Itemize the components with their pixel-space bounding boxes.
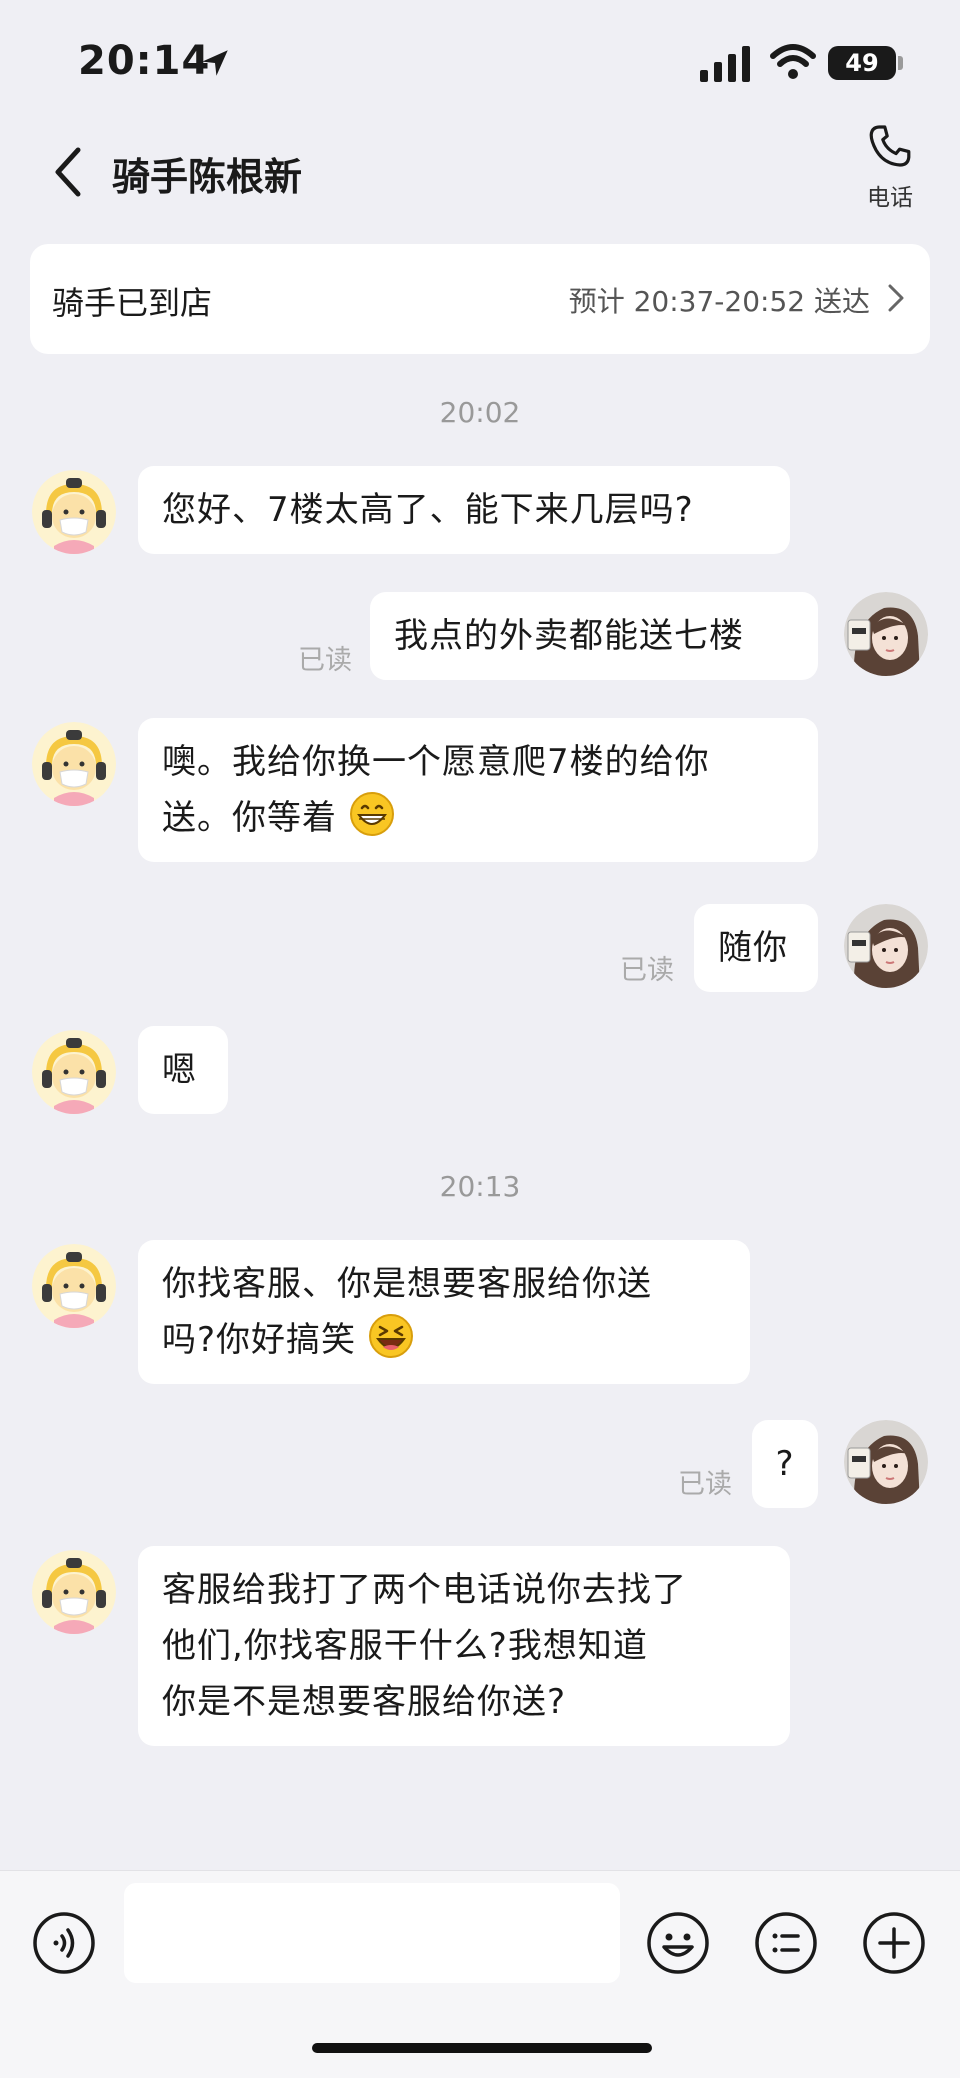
- chat-timestamp: 20:13: [439, 1170, 521, 1203]
- message-bubble[interactable]: 噢。我给你换一个愿意爬7楼的给你 送。你等着: [138, 718, 818, 862]
- read-status: 已读: [620, 955, 674, 986]
- message-bubble[interactable]: 嗯: [138, 1026, 228, 1114]
- rider-avatar-image: [32, 470, 116, 554]
- rider-avatar[interactable]: [32, 1244, 116, 1328]
- rider-avatar[interactable]: [32, 722, 116, 806]
- message-text: ?: [775, 1444, 795, 1484]
- call-button[interactable]: 电话: [852, 122, 928, 222]
- my-avatar-image: [844, 1420, 928, 1504]
- message-bubble[interactable]: 您好、7楼太高了、能下来几层吗?: [138, 466, 790, 554]
- phone-icon: [869, 125, 911, 167]
- message-bubble[interactable]: ?: [752, 1420, 818, 1508]
- back-chevron-icon[interactable]: [50, 146, 86, 198]
- location-arrow-icon: [202, 50, 228, 76]
- my-avatar[interactable]: [844, 1420, 928, 1504]
- chevron-right-icon: [888, 284, 904, 312]
- rider-avatar[interactable]: [32, 470, 116, 554]
- voice-icon[interactable]: [32, 1911, 96, 1975]
- emoji-icon[interactable]: [646, 1911, 710, 1975]
- message-text-line: 吗?你好搞笑: [162, 1320, 357, 1360]
- plus-icon[interactable]: [862, 1911, 926, 1975]
- wifi-icon: [770, 44, 816, 79]
- chat-input-bar: [0, 1870, 960, 2078]
- order-status-card[interactable]: 骑手已到店 预计 20:37-20:52 送达: [30, 244, 930, 354]
- message-text-line: 你是不是想要客服给你送?: [162, 1682, 567, 1722]
- message-bubble[interactable]: 我点的外卖都能送七楼: [370, 592, 818, 680]
- message-text: 随你: [718, 928, 788, 968]
- grin-emoji-icon: [349, 792, 394, 836]
- my-avatar[interactable]: [844, 592, 928, 676]
- rider-avatar[interactable]: [32, 1030, 116, 1114]
- my-avatar[interactable]: [844, 904, 928, 988]
- chat-timestamp: 20:02: [439, 396, 521, 429]
- message-text-line: 客服给我打了两个电话说你去找了: [162, 1570, 687, 1610]
- message-text: 嗯: [162, 1050, 197, 1090]
- order-status-text: 骑手已到店: [52, 284, 213, 322]
- message-bubble[interactable]: 你找客服、你是想要客服给你送 吗?你好搞笑: [138, 1240, 750, 1384]
- rider-avatar-image: [32, 722, 116, 806]
- home-indicator[interactable]: [312, 2043, 652, 2053]
- message-text-line: 送。你等着: [162, 798, 337, 838]
- message-bubble[interactable]: 客服给我打了两个电话说你去找了 他们,你找客服干什么?我想知道 你是不是想要客服…: [138, 1546, 790, 1746]
- message-text-line: 他们,你找客服干什么?我想知道: [162, 1626, 648, 1666]
- battery-indicator: 49: [828, 46, 896, 80]
- message-text-line: 你找客服、你是想要客服给你送: [162, 1264, 652, 1304]
- order-eta: 预计 20:37-20:52 送达: [568, 285, 870, 318]
- my-avatar-image: [844, 904, 928, 988]
- signal-icon: [700, 46, 750, 82]
- read-status: 已读: [298, 645, 352, 676]
- call-label: 电话: [867, 185, 913, 211]
- laugh-emoji-icon: [368, 1314, 413, 1358]
- battery-tip: [898, 56, 903, 70]
- my-avatar-image: [844, 592, 928, 676]
- message-text: 您好、7楼太高了、能下来几层吗?: [162, 490, 694, 530]
- status-bar: 20:14 49: [0, 0, 960, 120]
- rider-avatar-image: [32, 1244, 116, 1328]
- message-text-line: 噢。我给你换一个愿意爬7楼的给你: [162, 742, 710, 782]
- rider-avatar-image: [32, 1550, 116, 1634]
- message-input[interactable]: [124, 1883, 620, 1983]
- rider-avatar[interactable]: [32, 1550, 116, 1634]
- message-bubble[interactable]: 随你: [694, 904, 818, 992]
- message-text: 我点的外卖都能送七楼: [394, 616, 744, 656]
- read-status: 已读: [678, 1469, 732, 1500]
- rider-avatar-image: [32, 1030, 116, 1114]
- status-time: 20:14: [78, 38, 211, 84]
- quick-reply-icon[interactable]: [754, 1911, 818, 1975]
- page-title: 骑手陈根新: [112, 155, 303, 199]
